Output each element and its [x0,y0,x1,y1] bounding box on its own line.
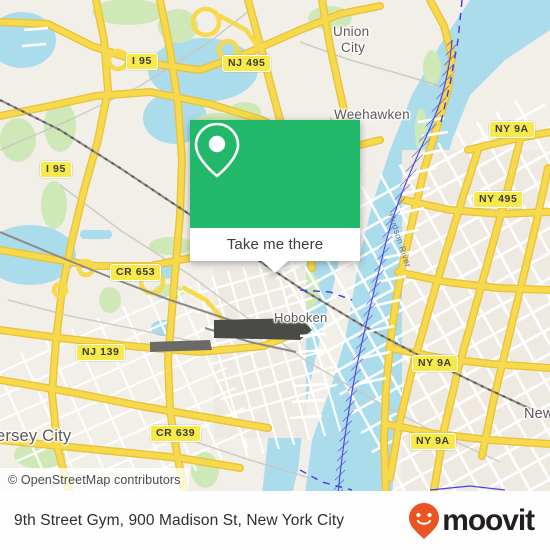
map-pin-icon [194,122,240,178]
location-title: 9th Street Gym, 900 Madison St, New York… [14,511,345,529]
route-shield-i-95-north: I 95 [126,53,158,70]
moovit-wordmark: moovit [442,503,535,537]
map-canvas[interactable]: Union City Weehawken Hoboken ersey City … [0,0,550,494]
route-shield-cr-653: CR 653 [110,264,162,281]
route-shield-cr-639: CR 639 [150,425,202,442]
osm-attribution-text: © OpenStreetMap contributors [8,472,181,487]
moovit-smiley-pin-icon [409,502,440,539]
route-shield-i-95-west: I 95 [40,161,72,178]
map-screenshot: Union City Weehawken Hoboken ersey City … [0,0,550,550]
route-shield-ny-9a-mid: NY 9A [412,355,458,372]
route-shield-ny-9a-north: NY 9A [489,121,535,138]
popup-icon-area [190,120,360,228]
route-shield-nj-495: NJ 495 [222,55,272,72]
route-shield-ny-9a-south: NY 9A [410,433,456,450]
take-me-there-button[interactable]: Take me there [190,228,360,261]
popup-tail [262,261,288,273]
footer-bar: 9th Street Gym, 900 Madison St, New York… [0,491,550,550]
take-me-there-label: Take me there [226,236,324,253]
osm-attribution[interactable]: © OpenStreetMap contributors [0,468,189,491]
route-shield-nj-139: NJ 139 [76,344,126,361]
moovit-logo[interactable]: moovit [407,502,536,540]
location-popup-card[interactable]: Take me there [190,120,360,273]
route-shield-ny-495: NY 495 [473,191,524,208]
